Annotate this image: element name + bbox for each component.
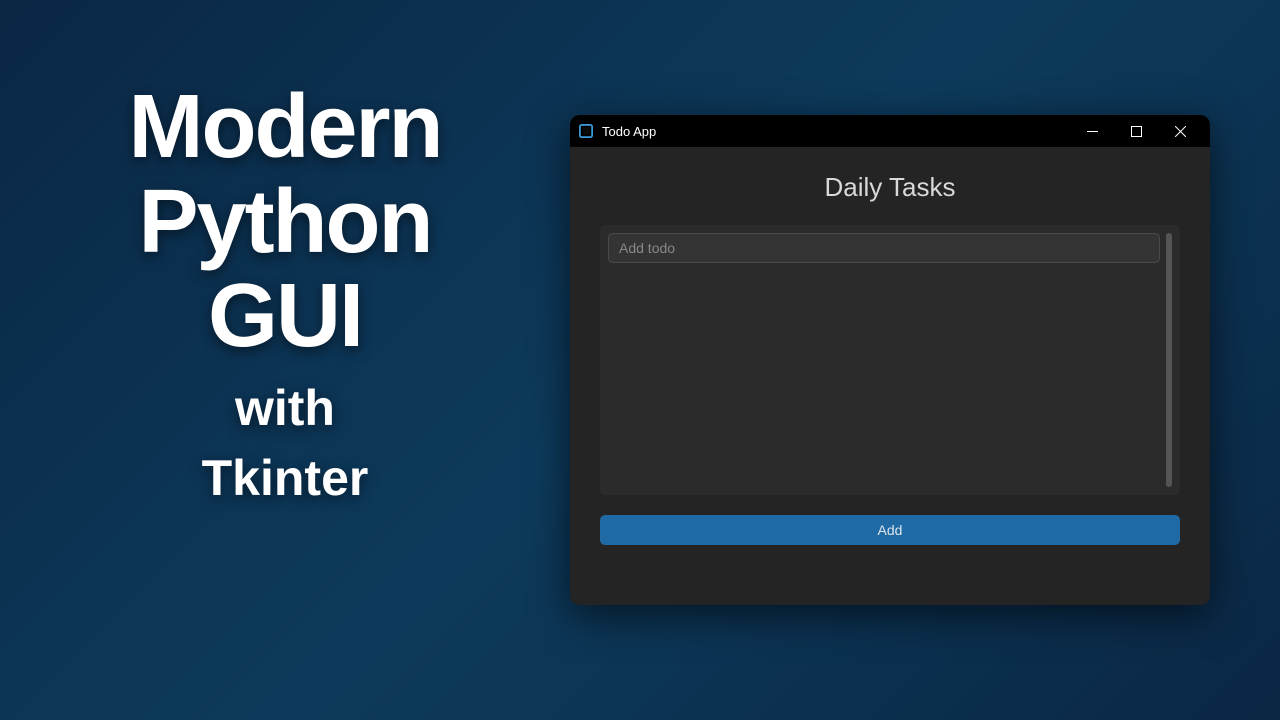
window-title: Todo App [602,124,1070,139]
window-controls [1070,115,1202,147]
headline-line-2: Python [75,175,495,270]
scrollbar[interactable] [1166,233,1172,487]
app-icon [578,123,594,139]
todo-content-area [608,233,1160,487]
headline-line-4: with [75,382,495,435]
close-button[interactable] [1158,115,1202,147]
thumbnail-headline: Modern Python GUI with Tkinter [75,80,495,505]
headline-line-1: Modern [75,80,495,175]
add-button[interactable]: Add [600,515,1180,545]
page-heading: Daily Tasks [824,172,955,203]
window-titlebar[interactable]: Todo App [570,115,1210,147]
headline-line-5: Tkinter [75,452,495,505]
minimize-button[interactable] [1070,115,1114,147]
headline-line-3: GUI [75,269,495,364]
app-window: Todo App Daily Tasks Ad [570,115,1210,605]
app-body: Daily Tasks Add [570,147,1210,605]
maximize-button[interactable] [1114,115,1158,147]
todo-input[interactable] [608,233,1160,263]
todo-panel [600,225,1180,495]
